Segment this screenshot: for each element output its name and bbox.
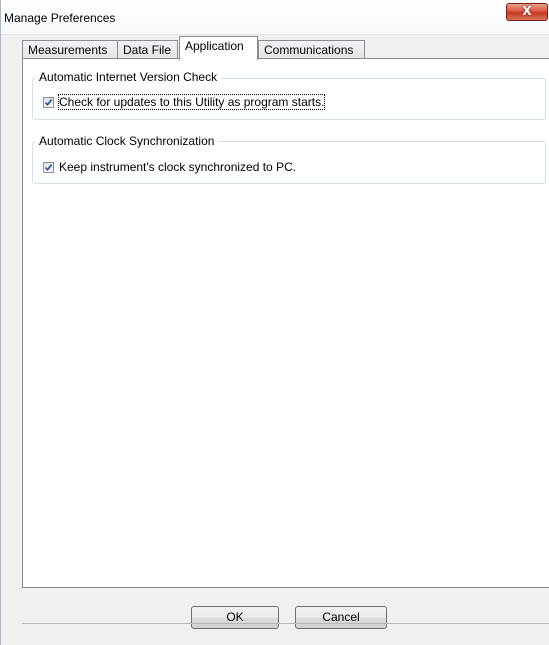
check-for-updates-label[interactable]: Check for updates to this Utility as pro… xyxy=(57,94,326,110)
keep-clock-synchronized-label[interactable]: Keep instrument's clock synchronized to … xyxy=(59,160,296,174)
check-mark-icon xyxy=(44,99,53,107)
bottom-divider xyxy=(22,623,549,624)
tab-measurements[interactable]: Measurements xyxy=(22,40,118,60)
tab-label: Data File xyxy=(123,43,172,57)
check-mark-icon xyxy=(44,164,53,172)
ok-button[interactable]: OK xyxy=(191,606,279,629)
title-bar[interactable]: Manage Preferences X xyxy=(1,0,549,35)
tab-data-file[interactable]: Data File xyxy=(117,40,178,60)
check-for-updates-checkbox[interactable] xyxy=(43,97,54,108)
keep-clock-synchronized-checkbox[interactable] xyxy=(43,162,54,173)
cancel-button[interactable]: Cancel xyxy=(295,606,387,629)
close-button[interactable]: X xyxy=(506,3,548,21)
tab-label: Measurements xyxy=(28,43,108,57)
tab-label: Communications xyxy=(264,43,354,57)
version-check-group-title: Automatic Internet Version Check xyxy=(35,70,222,84)
window-title: Manage Preferences xyxy=(4,11,116,25)
close-icon: X xyxy=(522,4,532,18)
tab-label: Application xyxy=(185,39,244,53)
manage-preferences-dialog: Manage Preferences X Measurements Data F… xyxy=(0,0,549,645)
clock-sync-group-title: Automatic Clock Synchronization xyxy=(35,134,219,148)
application-tab-panel: Automatic Internet Version Check Check f… xyxy=(22,58,549,588)
tab-application[interactable]: Application xyxy=(179,36,258,60)
tab-communications[interactable]: Communications xyxy=(258,40,365,60)
